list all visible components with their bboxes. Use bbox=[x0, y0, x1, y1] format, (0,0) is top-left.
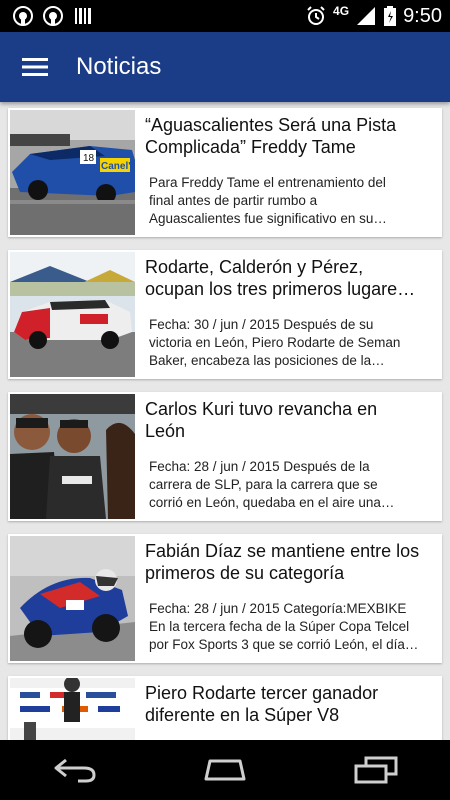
news-thumbnail-race-car: 18 Canel's bbox=[10, 110, 135, 235]
news-thumbnail-motorcycle bbox=[10, 536, 135, 661]
news-title: Carlos Kuri tuvo revancha en León bbox=[145, 399, 378, 441]
system-navigation-bar bbox=[0, 740, 450, 800]
news-summary: Fecha: 30 / jun / 2015 Después de su vic… bbox=[149, 317, 401, 368]
news-title: Piero Rodarte tercer ganador diferente e… bbox=[145, 683, 379, 725]
recent-apps-button[interactable] bbox=[335, 740, 415, 800]
alarm-icon bbox=[305, 5, 327, 27]
svg-text:18: 18 bbox=[83, 153, 95, 164]
recent-apps-icon bbox=[354, 756, 398, 784]
status-bar: 4G 9:50 bbox=[0, 0, 450, 32]
signal-icon bbox=[355, 5, 377, 27]
news-summary: Para Freddy Tame el entrenamiento del fi… bbox=[149, 175, 387, 226]
news-card[interactable]: Carlos Kuri tuvo revancha en León Fecha:… bbox=[8, 392, 442, 521]
news-title: Fabián Díaz se mantiene entre los primer… bbox=[145, 541, 420, 583]
svg-text:Canel's: Canel's bbox=[101, 161, 135, 172]
news-card[interactable]: Fabián Díaz se mantiene entre los primer… bbox=[8, 534, 442, 663]
news-card[interactable]: Rodarte, Calderón y Pérez, ocupan los tr… bbox=[8, 250, 442, 379]
news-thumbnail-race-car bbox=[10, 252, 135, 377]
battery-icon bbox=[383, 5, 397, 27]
notification-icon bbox=[42, 5, 64, 27]
clock-time: 9:50 bbox=[403, 4, 442, 27]
news-list[interactable]: 18 Canel's “Aguascalientes Será una Pist… bbox=[0, 102, 450, 740]
hamburger-menu-icon bbox=[22, 58, 48, 76]
notification-icon bbox=[12, 5, 34, 27]
home-button[interactable] bbox=[185, 740, 265, 800]
barcode-icon bbox=[72, 5, 94, 27]
back-button[interactable] bbox=[35, 740, 115, 800]
news-title: Rodarte, Calderón y Pérez, ocupan los tr… bbox=[145, 257, 416, 299]
menu-button[interactable] bbox=[0, 32, 70, 102]
news-thumbnail-podium bbox=[10, 678, 135, 740]
news-card[interactable]: 18 Canel's “Aguascalientes Será una Pist… bbox=[8, 108, 442, 237]
network-type-label: 4G bbox=[333, 4, 350, 18]
news-card[interactable]: Piero Rodarte tercer ganador diferente e… bbox=[8, 676, 442, 740]
news-summary: Fecha: 28 / jun / 2015 Después de la car… bbox=[149, 459, 395, 510]
news-title: “Aguascalientes Será una Pista Complicad… bbox=[145, 115, 397, 157]
news-summary: Fecha: 28 / jun / 2015 Categoría:MEXBIKE… bbox=[149, 601, 419, 652]
app-bar: Noticias bbox=[0, 32, 450, 102]
page-title: Noticias bbox=[76, 53, 162, 80]
back-icon bbox=[54, 758, 96, 783]
home-icon bbox=[204, 759, 246, 781]
news-thumbnail-people bbox=[10, 394, 135, 519]
